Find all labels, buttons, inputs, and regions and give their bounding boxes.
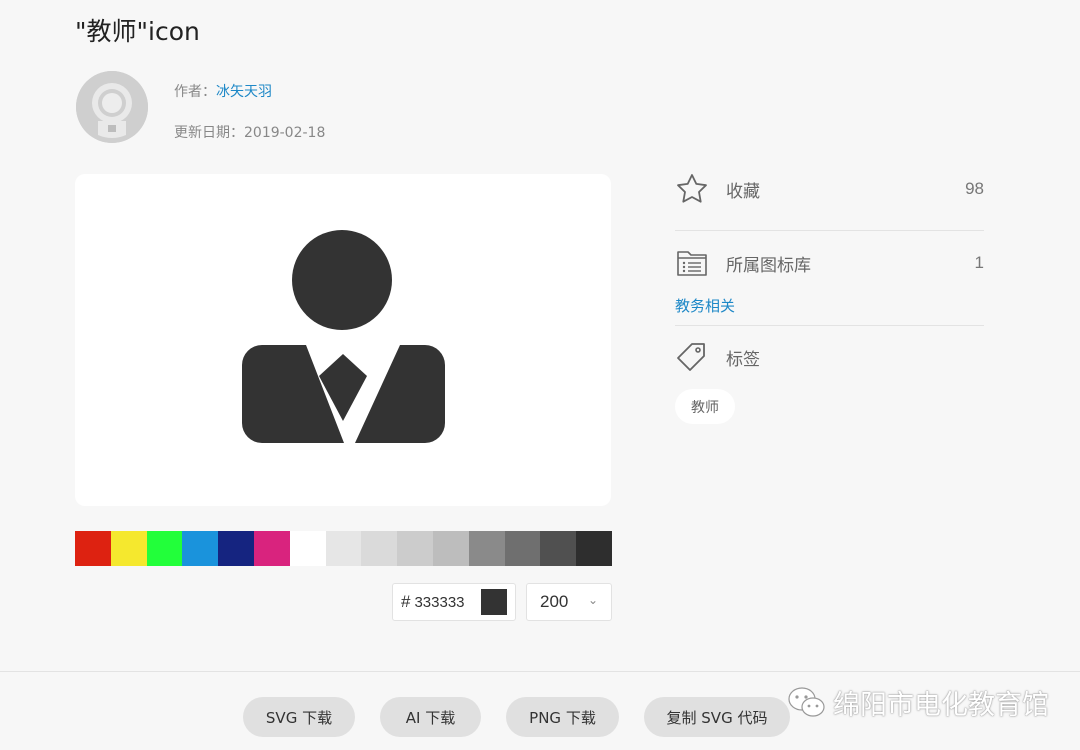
watermark-text: 绵阳市电化教育馆 bbox=[833, 690, 1049, 721]
color-swatch[interactable] bbox=[397, 531, 433, 566]
author-link[interactable]: 冰矢天羽 bbox=[216, 84, 272, 100]
wechat-icon bbox=[788, 686, 825, 717]
favorite-label: 收藏 bbox=[726, 181, 760, 202]
color-swatch[interactable] bbox=[253, 531, 290, 566]
png-download-button[interactable]: PNG 下载 bbox=[506, 697, 619, 737]
color-swatch[interactable] bbox=[504, 531, 541, 566]
hex-value[interactable]: 333333 bbox=[414, 594, 464, 611]
tags-row: 标签 bbox=[675, 337, 984, 377]
color-swatch[interactable] bbox=[432, 531, 469, 566]
author-label: 作者： bbox=[174, 84, 216, 100]
page-title: "教师"icon bbox=[75, 17, 200, 46]
color-swatch[interactable] bbox=[110, 531, 147, 566]
color-swatch[interactable] bbox=[468, 531, 505, 566]
color-preview-chip[interactable] bbox=[481, 589, 507, 615]
library-link[interactable]: 教务相关 bbox=[675, 295, 735, 316]
copy-svg-button[interactable]: 复制 SVG 代码 bbox=[644, 697, 790, 737]
color-swatch[interactable] bbox=[325, 531, 362, 566]
teacher-person-icon bbox=[242, 230, 445, 443]
chevron-down-icon: ⌄ bbox=[587, 593, 598, 607]
color-swatch[interactable] bbox=[361, 531, 398, 566]
author-line: 作者：冰矢天羽 bbox=[174, 81, 272, 101]
sidebar-divider bbox=[675, 325, 984, 326]
tag-chip[interactable]: 教师 bbox=[675, 389, 735, 424]
tag-icon bbox=[675, 340, 709, 374]
favorite-count: 98 bbox=[965, 179, 984, 198]
ai-download-button[interactable]: AI 下载 bbox=[380, 697, 481, 737]
watermark: 绵阳市电化教育馆 bbox=[787, 683, 1049, 722]
color-swatch[interactable] bbox=[289, 531, 326, 566]
library-row: 所属图标库 1 bbox=[675, 243, 984, 283]
date-value: 2019-02-18 bbox=[244, 125, 326, 141]
hash-symbol: # bbox=[401, 592, 411, 611]
update-date-line: 更新日期：2019-02-18 bbox=[174, 122, 325, 142]
sidebar-divider bbox=[675, 230, 984, 231]
author-avatar[interactable] bbox=[76, 71, 148, 143]
color-swatch[interactable] bbox=[218, 531, 254, 566]
icon-preview bbox=[75, 174, 611, 506]
color-swatch[interactable] bbox=[75, 531, 111, 566]
color-swatch[interactable] bbox=[576, 531, 612, 566]
color-swatch[interactable] bbox=[146, 531, 183, 566]
star-icon[interactable] bbox=[675, 172, 709, 206]
color-swatch[interactable] bbox=[182, 531, 219, 566]
library-count: 1 bbox=[974, 253, 984, 272]
favorite-row[interactable]: 收藏 98 bbox=[675, 169, 984, 209]
folder-list-icon bbox=[675, 246, 709, 280]
astronaut-avatar-icon bbox=[76, 71, 148, 143]
library-label: 所属图标库 bbox=[726, 255, 811, 276]
size-select[interactable]: 200 ⌄ bbox=[526, 583, 612, 621]
color-hex-input[interactable]: # 333333 bbox=[392, 583, 516, 621]
svg-download-button[interactable]: SVG 下载 bbox=[243, 697, 355, 737]
tags-label: 标签 bbox=[726, 349, 760, 370]
color-swatch[interactable] bbox=[540, 531, 577, 566]
color-palette bbox=[75, 531, 612, 566]
date-label: 更新日期： bbox=[174, 125, 244, 141]
size-value: 200 bbox=[540, 592, 569, 611]
footer-divider bbox=[0, 671, 1080, 672]
